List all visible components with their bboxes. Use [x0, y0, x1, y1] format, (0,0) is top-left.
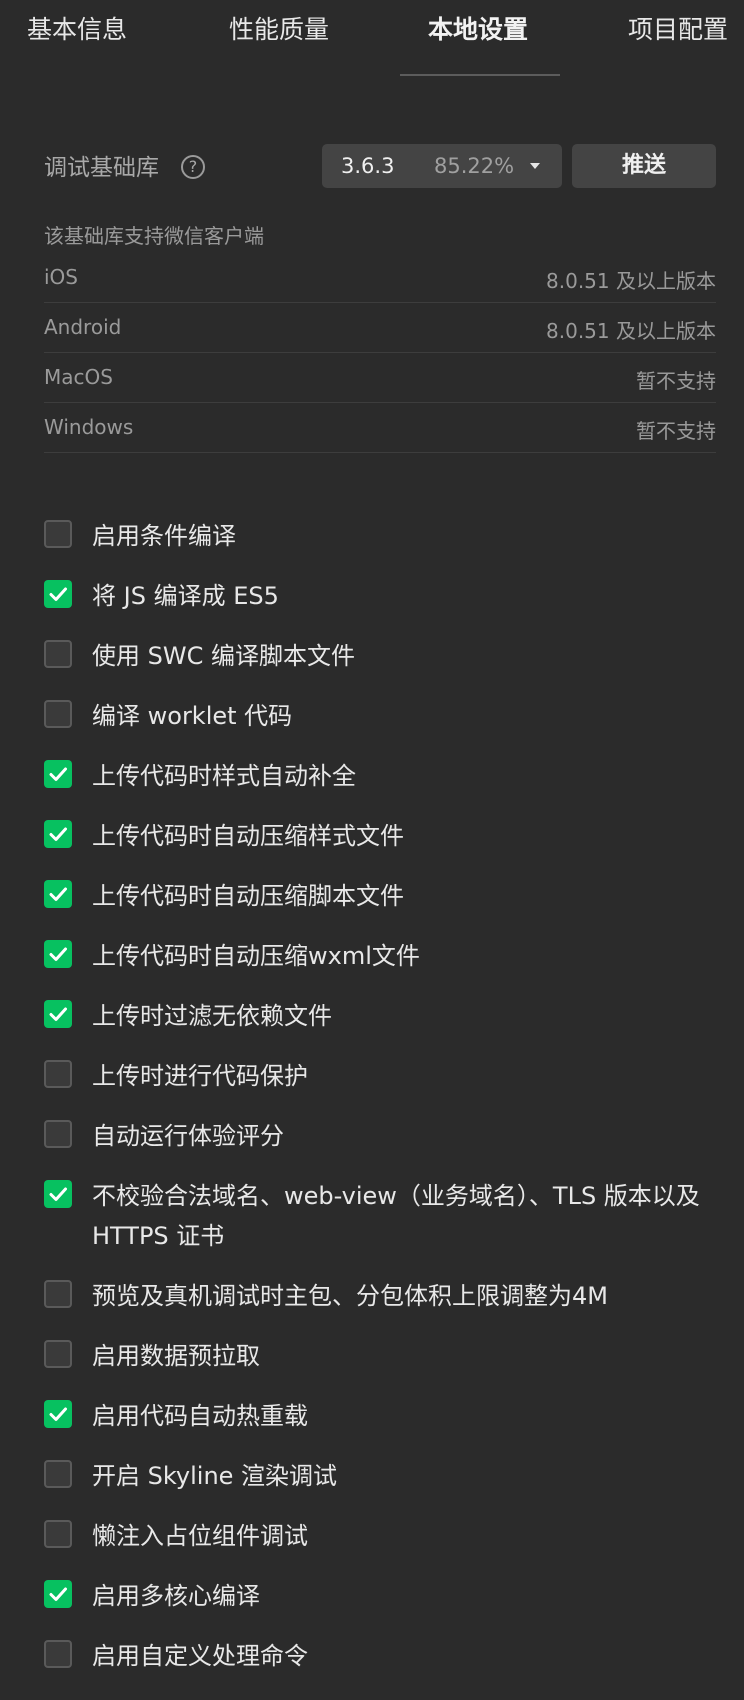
checkbox[interactable]: [44, 1280, 72, 1308]
checkbox[interactable]: [44, 1180, 72, 1208]
option-label: 启用代码自动热重载: [92, 1402, 308, 1430]
option-label: 启用条件编译: [92, 522, 236, 550]
platform-name: Android: [44, 315, 122, 339]
checkmark-icon: [49, 827, 67, 841]
platform-name: MacOS: [44, 365, 113, 389]
tab-performance-quality[interactable]: 性能质量: [229, 10, 329, 50]
option-label: 上传代码时样式自动补全: [92, 762, 356, 790]
client-support-caption: 该基础库支持微信客户端: [44, 224, 264, 248]
checkbox[interactable]: [44, 640, 72, 668]
option-label: 不校验合法域名、web-view（业务域名）、TLS 版本以及 HTTPS 证书: [92, 1182, 700, 1250]
option-label: 上传代码时自动压缩wxml文件: [92, 942, 420, 970]
option-label: 自动运行体验评分: [92, 1122, 284, 1150]
checkbox[interactable]: [44, 580, 72, 608]
checkmark-icon: [49, 887, 67, 901]
platform-name: iOS: [44, 265, 78, 289]
version-requirement: 暂不支持: [636, 369, 716, 393]
checkbox[interactable]: [44, 1400, 72, 1428]
option-label: 启用自定义处理命令: [92, 1642, 308, 1670]
option-label: 上传代码时自动压缩样式文件: [92, 822, 404, 850]
option-label: 编译 worklet 代码: [92, 702, 293, 730]
settings-tabs: 基本信息 性能质量 本地设置 项目配置: [0, 0, 744, 76]
option-label: 启用多核心编译: [92, 1582, 260, 1610]
option-label: 将 JS 编译成 ES5: [92, 582, 279, 610]
library-version-select[interactable]: 3.6.3 85.22%: [322, 144, 562, 188]
checkmark-icon: [49, 1187, 67, 1201]
option-label: 上传代码时自动压缩脚本文件: [92, 882, 404, 910]
checkmark-icon: [49, 767, 67, 781]
support-row-android: Android 8.0.51 及以上版本: [44, 303, 716, 353]
support-row-windows: Windows 暂不支持: [44, 403, 716, 453]
version-requirement: 8.0.51 及以上版本: [546, 269, 716, 293]
checkbox[interactable]: [44, 1520, 72, 1548]
tab-local-settings[interactable]: 本地设置: [428, 10, 528, 50]
checkbox[interactable]: [44, 1580, 72, 1608]
option-label: 使用 SWC 编译脚本文件: [92, 642, 355, 670]
checkbox[interactable]: [44, 820, 72, 848]
tab-basic-info[interactable]: 基本信息: [27, 10, 127, 50]
support-row-macos: MacOS 暂不支持: [44, 353, 716, 403]
checkbox[interactable]: [44, 520, 72, 548]
option-label: 懒注入占位组件调试: [92, 1522, 308, 1550]
push-button[interactable]: 推送: [572, 144, 716, 188]
checkbox[interactable]: [44, 1060, 72, 1088]
checkbox[interactable]: [44, 1340, 72, 1368]
active-tab-indicator: [400, 74, 560, 76]
option-label: 启用数据预拉取: [92, 1342, 260, 1370]
checkbox[interactable]: [44, 880, 72, 908]
tab-project-config[interactable]: 项目配置: [628, 10, 728, 50]
option-label: 开启 Skyline 渲染调试: [92, 1462, 338, 1490]
caret-down-icon: [530, 163, 540, 169]
option-label: 预览及真机调试时主包、分包体积上限调整为4M: [92, 1282, 608, 1310]
question-circle-icon[interactable]: ?: [181, 155, 205, 179]
library-version-value: 3.6.3: [341, 154, 395, 178]
checkmark-icon: [49, 1007, 67, 1021]
debug-library-label: 调试基础库: [44, 155, 159, 181]
checkbox[interactable]: [44, 1640, 72, 1668]
checkmark-icon: [49, 947, 67, 961]
checkbox[interactable]: [44, 760, 72, 788]
checkbox[interactable]: [44, 1000, 72, 1028]
checkbox[interactable]: [44, 1120, 72, 1148]
checkmark-icon: [49, 1587, 67, 1601]
platform-name: Windows: [44, 415, 134, 439]
library-coverage-value: 85.22%: [434, 154, 515, 178]
option-label: 上传时进行代码保护: [92, 1062, 308, 1090]
option-label: 上传时过滤无依赖文件: [92, 1002, 332, 1030]
version-requirement: 8.0.51 及以上版本: [546, 319, 716, 343]
support-row-ios: iOS 8.0.51 及以上版本: [44, 253, 716, 303]
checkbox[interactable]: [44, 700, 72, 728]
checkbox[interactable]: [44, 1460, 72, 1488]
checkmark-icon: [49, 1407, 67, 1421]
checkmark-icon: [49, 587, 67, 601]
checkbox[interactable]: [44, 940, 72, 968]
version-requirement: 暂不支持: [636, 419, 716, 443]
